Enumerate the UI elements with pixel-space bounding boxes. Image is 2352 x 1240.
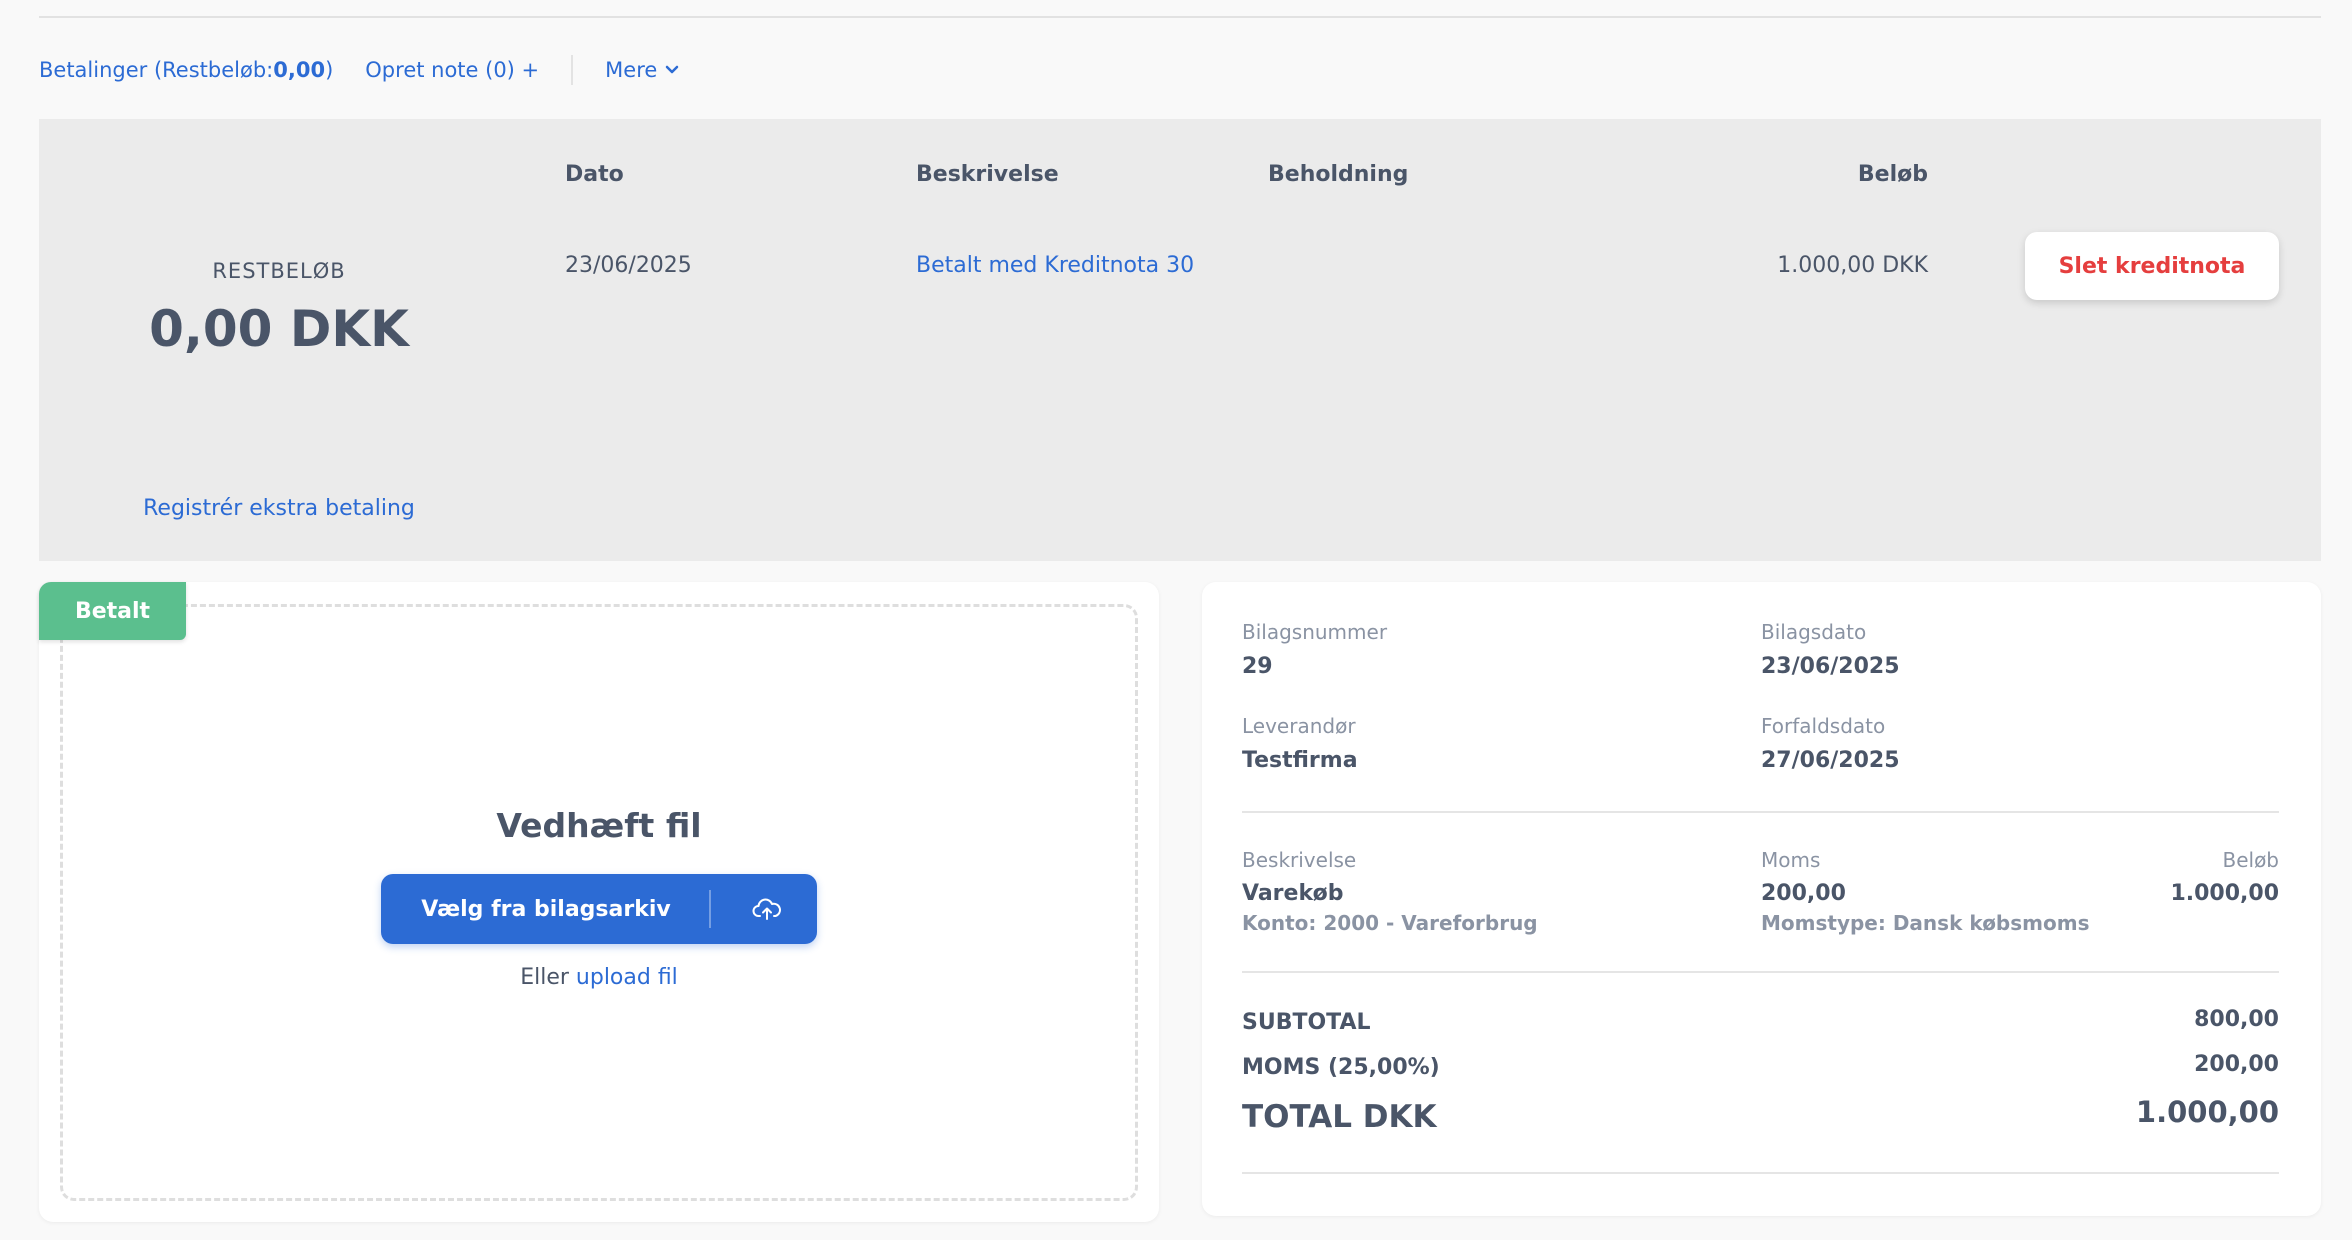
payments-label-prefix: Betalinger (Restbeløb: — [39, 58, 274, 82]
payment-row-amount: 1.000,00 DKK — [1777, 253, 1928, 278]
attach-file-title: Vedhæft fil — [496, 806, 702, 845]
line-header-vat: Moms — [1761, 848, 1821, 872]
invoice-toolbar: Betalinger (Restbeløb: 0,00) Opret note … — [39, 52, 679, 88]
vat-total-value: 200,00 — [2194, 1052, 2279, 1077]
subtotal-label: SUBTOTAL — [1242, 1010, 1371, 1035]
grand-total-label: TOTAL DKK — [1242, 1099, 1437, 1135]
toolbar-separator — [571, 55, 574, 85]
divider — [1242, 811, 2279, 813]
choose-from-archive-button[interactable]: Vælg fra bilagsarkiv — [381, 874, 817, 944]
due-date: 27/06/2025 — [1761, 748, 1900, 773]
button-divider — [709, 890, 711, 928]
subtotal-value: 800,00 — [2194, 1007, 2279, 1032]
remaining-label: RESTBELØB — [212, 259, 346, 283]
chevron-down-icon — [666, 65, 679, 74]
voucher-date: 23/06/2025 — [1761, 654, 1900, 679]
voucher-number-label: Bilagsnummer — [1242, 620, 1388, 644]
column-header-holding: Beholdning — [1268, 162, 1409, 187]
vat-total-label: MOMS (25,00%) — [1242, 1055, 1440, 1080]
or-text: Eller — [520, 965, 576, 990]
voucher-number: 29 — [1242, 654, 1273, 679]
divider — [1242, 971, 2279, 973]
upload-alternative: Eller upload fil — [39, 965, 1159, 990]
divider — [1242, 1172, 2279, 1174]
due-date-label: Forfaldsdato — [1761, 714, 1886, 738]
column-header-description: Beskrivelse — [916, 162, 1059, 187]
line-header-description: Beskrivelse — [1242, 848, 1357, 872]
top-divider — [39, 16, 2321, 18]
remaining-value: 0,00 DKK — [149, 300, 409, 358]
payments-link[interactable]: Betalinger (Restbeløb: 0,00) — [39, 58, 333, 82]
cloud-upload-icon[interactable] — [727, 890, 807, 928]
line-description: Varekøb — [1242, 881, 1344, 906]
status-badge: Betalt — [39, 582, 186, 640]
payments-remaining-amount: 0,00 — [273, 58, 326, 82]
line-account: Konto: 2000 - Vareforbrug — [1242, 911, 1538, 935]
register-extra-payment-link[interactable]: Registrér ekstra betaling — [39, 496, 519, 521]
supplier-label: Leverandør — [1242, 714, 1356, 738]
column-header-date: Dato — [565, 162, 624, 187]
line-vat-type: Momstype: Dansk købsmoms — [1761, 911, 2090, 935]
column-header-amount: Beløb — [1857, 162, 1928, 187]
voucher-date-label: Bilagsdato — [1761, 620, 1867, 644]
payment-row-description-link[interactable]: Betalt med Kreditnota 30 — [916, 253, 1194, 278]
grand-total-value: 1.000,00 — [2135, 1095, 2279, 1129]
line-amount: 1.000,00 — [2170, 881, 2279, 906]
choose-from-archive-label: Vælg fra bilagsarkiv — [421, 896, 671, 922]
payment-row-date: 23/06/2025 — [565, 253, 692, 278]
create-note-link[interactable]: Opret note (0) + — [365, 58, 539, 82]
more-label: Mere — [605, 58, 658, 82]
upload-file-link[interactable]: upload fil — [576, 965, 678, 990]
more-menu-button[interactable]: Mere — [605, 58, 679, 82]
payments-label-suffix: ) — [325, 58, 334, 82]
line-vat: 200,00 — [1761, 881, 1846, 906]
line-header-amount: Beløb — [2222, 848, 2279, 872]
supplier-name: Testfirma — [1242, 748, 1358, 773]
delete-credit-note-button[interactable]: Slet kreditnota — [2025, 232, 2279, 300]
